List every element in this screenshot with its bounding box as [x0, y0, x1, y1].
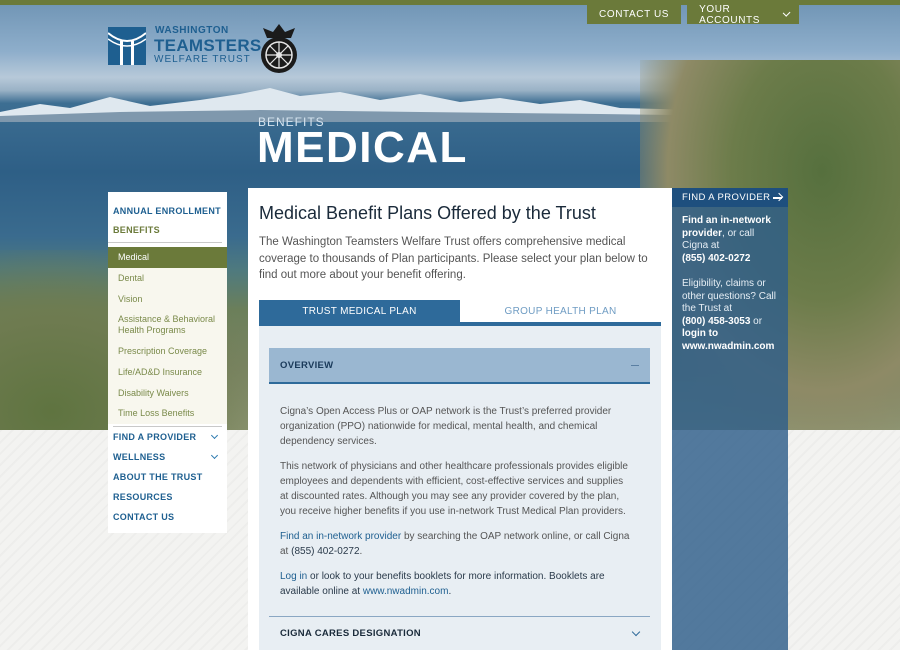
sidebar-item-annual-enrollment[interactable]: ANNUAL ENROLLMENT [108, 192, 227, 216]
your-accounts-button[interactable]: YOUR ACCOUNTS [687, 3, 800, 26]
overview-paragraph-4: Log in or look to your benefits booklets… [280, 569, 630, 599]
sidebar-item-label: FIND A PROVIDER [113, 432, 197, 443]
sidebar-item-find-provider[interactable]: FIND A PROVIDER [108, 427, 227, 447]
logo-line-1: WASHINGTON [155, 25, 229, 36]
collapse-icon [631, 364, 639, 366]
login-nwadmin-link[interactable]: login to www.nwadmin.com [682, 328, 774, 352]
logo-line-3: WELFARE TRUST [154, 54, 251, 65]
site-logo[interactable]: WASHINGTON TEAMSTERS WELFARE TRUST [108, 26, 262, 65]
sidebar-item-label: WELLNESS [113, 452, 166, 463]
trust-phone[interactable]: (800) 458-3053 [682, 316, 750, 327]
accordion-cigna-cares-header[interactable]: CIGNA CARES DESIGNATION [269, 617, 650, 650]
sidebar-item-resources[interactable]: RESOURCES [108, 487, 227, 507]
sidebar-item-label: ABOUT THE TRUST [113, 472, 203, 483]
sidebar-item-label: CONTACT US [113, 512, 175, 523]
contact-us-button[interactable]: CONTACT US [587, 5, 682, 24]
logo-text: WASHINGTON TEAMSTERS WELFARE TRUST [154, 26, 262, 65]
top-navigation: CONTACT US YOUR ACCOUNTS [587, 3, 800, 26]
sidebar-item-about[interactable]: ABOUT THE TRUST [108, 467, 227, 487]
sidebar-item-time-loss[interactable]: Time Loss Benefits [108, 403, 227, 424]
overview-paragraph-2: This network of physicians and other hea… [280, 461, 628, 517]
accordion-overview-header[interactable]: OVERVIEW [269, 348, 650, 384]
find-provider-panel: FIND A PROVIDER Find an in-network provi… [672, 188, 788, 650]
page-title: MEDICAL [257, 123, 468, 172]
sidebar-item-assistance[interactable]: Assistance & Behavioral Health Programs [108, 309, 227, 341]
nwadmin-link[interactable]: www.nwadmin.com [363, 586, 449, 597]
sidebar-item-disability-waivers[interactable]: Disability Waivers [108, 383, 227, 404]
accordion-cigna-cares-label: CIGNA CARES DESIGNATION [280, 628, 421, 639]
sidebar: ANNUAL ENROLLMENT BENEFITS Medical Denta… [108, 192, 227, 534]
overview-paragraph-3: Find an in-network provider by searching… [280, 529, 630, 559]
plan-tabs: TRUST MEDICAL PLAN GROUP HEALTH PLAN [259, 300, 661, 326]
sidebar-item-label: RESOURCES [113, 492, 173, 503]
sidebar-submenu: Medical Dental Vision Assistance & Behav… [108, 247, 227, 425]
logo-line-2: TEAMSTERS [154, 36, 262, 55]
cigna-phone[interactable]: (855) 402-0272 [682, 253, 750, 264]
find-provider-text: Find an in-network provider, or call Cig… [682, 215, 778, 253]
accordion-overview-label: OVERVIEW [280, 359, 334, 371]
intro-text: The Washington Teamsters Welfare Trust o… [259, 236, 648, 281]
contact-us-label: CONTACT US [599, 9, 670, 20]
login-link[interactable]: Log in [280, 571, 307, 582]
cigna-phone-line: (855) 402-0272 [682, 253, 778, 266]
sidebar-item-benefits[interactable]: BENEFITS [108, 216, 222, 243]
tab-panel: OVERVIEW Cigna’s Open Access Plus or OAP… [259, 326, 661, 650]
sidebar-item-contact[interactable]: CONTACT US [108, 507, 227, 527]
arrow-right-icon [773, 193, 782, 202]
find-provider-title: FIND A PROVIDER [682, 192, 771, 203]
tab-trust-medical-plan[interactable]: TRUST MEDICAL PLAN [259, 300, 460, 322]
main-content: Medical Benefit Plans Offered by the Tru… [248, 188, 672, 650]
find-provider-body: Find an in-network provider, or call Cig… [672, 207, 788, 353]
sidebar-item-medical[interactable]: Medical [108, 247, 227, 268]
sidebar-item-wellness[interactable]: WELLNESS [108, 447, 227, 467]
login-line: login to www.nwadmin.com [682, 328, 778, 353]
chevron-down-icon [210, 432, 219, 440]
sidebar-item-life-insurance[interactable]: Life/AD&D Insurance [108, 362, 227, 383]
accordion-overview-body: Cigna’s Open Access Plus or OAP network … [280, 404, 630, 609]
overview-paragraph-1: Cigna’s Open Access Plus or OAP network … [280, 406, 612, 447]
paragraph-text: . [359, 546, 363, 557]
chevron-down-icon [210, 452, 219, 460]
find-provider-link[interactable]: Find an in-network provider [280, 531, 401, 542]
sidebar-item-dental[interactable]: Dental [108, 268, 227, 289]
content-heading: Medical Benefit Plans Offered by the Tru… [259, 203, 596, 223]
find-provider-header[interactable]: FIND A PROVIDER [672, 188, 788, 207]
sidebar-item-vision[interactable]: Vision [108, 289, 227, 310]
cigna-phone[interactable]: (855) 402-0272 [291, 546, 359, 557]
paragraph-text: . [448, 586, 452, 597]
or-text: or [750, 315, 763, 327]
sidebar-main-links: FIND A PROVIDER WELLNESS ABOUT THE TRUST… [108, 427, 227, 533]
your-accounts-label: YOUR ACCOUNTS [699, 3, 760, 26]
chevron-down-icon [631, 627, 641, 637]
teamsters-emblem-icon [261, 24, 297, 73]
logo-mark-icon [108, 26, 146, 65]
sidebar-item-prescription[interactable]: Prescription Coverage [108, 341, 227, 362]
trust-phone-line: (800) 458-3053 or [682, 316, 778, 329]
questions-text: Eligibility, claims or other questions? … [682, 278, 776, 314]
tab-group-health-plan[interactable]: GROUP HEALTH PLAN [460, 300, 661, 322]
